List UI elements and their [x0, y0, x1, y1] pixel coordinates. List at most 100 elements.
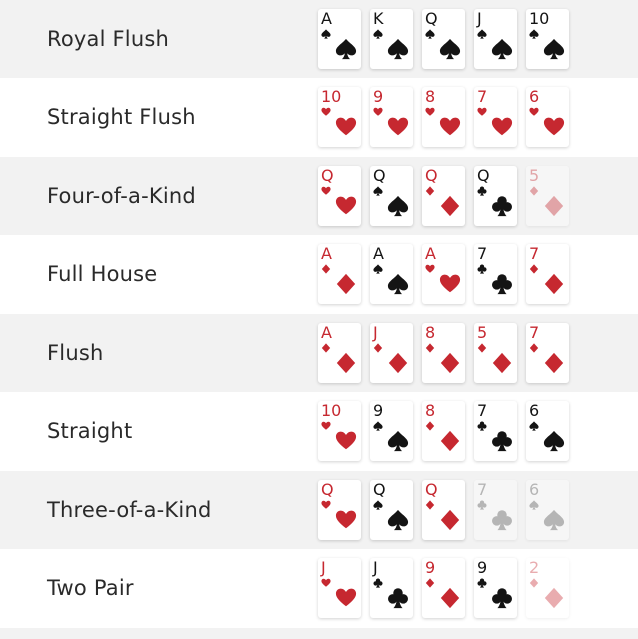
card-rank: 7	[529, 323, 540, 342]
club-icon	[388, 588, 408, 609]
playing-card: A	[422, 244, 465, 304]
heart-icon	[491, 117, 513, 136]
club-icon	[492, 196, 512, 217]
diamond-icon	[440, 195, 460, 217]
hand-name: Two Pair	[47, 576, 134, 600]
club-icon	[477, 578, 487, 588]
diamond-icon	[529, 264, 539, 274]
heart-icon	[439, 117, 461, 136]
playing-card: 7	[474, 244, 517, 304]
playing-card: Q	[422, 9, 465, 69]
card-rank: Q	[425, 480, 438, 499]
hand-name: Full House	[47, 262, 158, 286]
hand-name: Straight Flush	[47, 105, 196, 129]
diamond-icon	[425, 421, 435, 431]
playing-card: Q	[422, 480, 465, 540]
card-rank: 5	[529, 166, 540, 185]
card-rank: A	[373, 244, 384, 263]
playing-card: Q	[318, 166, 361, 226]
card-rank: 2	[529, 558, 540, 577]
hand-row: Straight 10 9 8 7 6	[0, 392, 638, 470]
heart-icon	[425, 107, 435, 116]
playing-card: A	[318, 323, 361, 383]
card-rank: A	[321, 244, 332, 263]
spade-icon	[543, 430, 565, 452]
card-rank: 9	[477, 558, 488, 577]
playing-card: 7	[526, 323, 569, 383]
playing-card: Q	[318, 480, 361, 540]
club-icon	[477, 500, 487, 510]
playing-card: A	[318, 244, 361, 304]
spade-icon	[335, 38, 357, 60]
diamond-icon	[321, 264, 331, 274]
playing-card: 6	[526, 87, 569, 147]
spade-icon	[529, 500, 539, 510]
diamond-icon	[477, 343, 487, 353]
playing-card: J	[474, 9, 517, 69]
card-rank: 8	[425, 401, 436, 420]
hand-row: Straight Flush 10 9 8 7 6	[0, 78, 638, 156]
hand-cards: 10 9 8 7 6	[318, 87, 569, 147]
card-rank: 10	[529, 9, 550, 28]
card-rank: K	[373, 9, 384, 28]
diamond-icon	[388, 352, 408, 374]
card-rank: 6	[529, 401, 540, 420]
spade-icon	[321, 29, 331, 39]
card-rank: Q	[425, 9, 438, 28]
card-rank: 6	[529, 87, 540, 106]
hand-row: Royal Flush A K Q J 10	[0, 0, 638, 78]
hand-cards: A A A 7 7	[318, 244, 569, 304]
heart-icon	[477, 107, 487, 116]
diamond-icon	[544, 195, 564, 217]
card-rank: 8	[425, 323, 436, 342]
heart-icon	[387, 117, 409, 136]
card-rank: A	[321, 323, 332, 342]
card-rank: 7	[529, 244, 540, 263]
spade-icon	[529, 421, 539, 431]
diamond-icon	[336, 273, 356, 295]
hand-name: Three-of-a-Kind	[47, 498, 212, 522]
playing-card: 8	[422, 87, 465, 147]
diamond-icon	[425, 343, 435, 353]
card-rank: J	[477, 9, 482, 28]
playing-card: 9	[422, 558, 465, 618]
card-rank: 7	[477, 244, 488, 263]
hand-row: Three-of-a-Kind Q Q Q 7 6	[0, 471, 638, 549]
playing-card: 5	[474, 323, 517, 383]
club-icon	[373, 578, 383, 588]
heart-icon	[439, 274, 461, 293]
card-rank: 9	[373, 87, 384, 106]
diamond-icon	[373, 343, 383, 353]
spade-icon	[543, 38, 565, 60]
heart-icon	[321, 500, 331, 509]
spade-icon	[387, 38, 409, 60]
hand-cards: J J 9 9 2	[318, 558, 569, 618]
playing-card: Q	[370, 166, 413, 226]
playing-card: 10	[526, 9, 569, 69]
diamond-icon	[544, 352, 564, 374]
playing-card: 9	[370, 401, 413, 461]
playing-card: K	[370, 9, 413, 69]
heart-icon	[321, 186, 331, 195]
hand-cards: 10 9 8 7 6	[318, 401, 569, 461]
card-rank: 5	[477, 323, 488, 342]
playing-card: Q	[422, 166, 465, 226]
playing-card: 9	[474, 558, 517, 618]
playing-card: 7	[474, 87, 517, 147]
club-icon	[477, 186, 487, 196]
card-rank: 10	[321, 87, 342, 106]
club-icon	[477, 421, 487, 431]
heart-icon	[425, 264, 435, 273]
hand-name: Flush	[47, 341, 104, 365]
hand-name: Straight	[47, 419, 133, 443]
card-rank: Q	[373, 166, 386, 185]
card-rank: 10	[321, 401, 342, 420]
card-rank: 6	[529, 480, 540, 499]
card-rank: 9	[425, 558, 436, 577]
club-icon	[477, 264, 487, 274]
card-rank: Q	[373, 480, 386, 499]
hand-name: Four-of-a-Kind	[47, 184, 196, 208]
club-icon	[492, 510, 512, 531]
spade-icon	[425, 29, 435, 39]
card-rank: 7	[477, 87, 488, 106]
